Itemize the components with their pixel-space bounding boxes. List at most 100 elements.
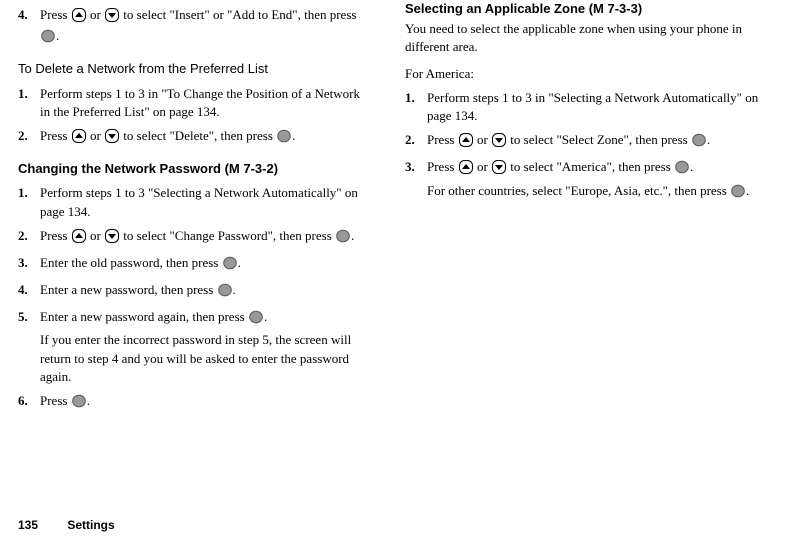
text: Enter a new password, then press xyxy=(40,282,217,297)
subheading-applicable-zone: Selecting an Applicable Zone (M 7-3-3) xyxy=(405,0,760,18)
step-number: 3. xyxy=(18,254,40,275)
text: or xyxy=(474,159,491,174)
step-number: 2. xyxy=(18,127,40,148)
step-text: Press or to select "Insert" or "Add to E… xyxy=(40,6,373,48)
note-text: If you enter the incorrect password in s… xyxy=(40,331,373,386)
text: . xyxy=(746,183,749,198)
subheading-change-password: Changing the Network Password (M 7-3-2) xyxy=(18,160,373,178)
text: to select "Delete", then press xyxy=(120,128,276,143)
step-text: Enter a new password again, then press .… xyxy=(40,308,373,386)
text: to select "Insert" or "Add to End", then… xyxy=(120,7,356,22)
step-number: 4. xyxy=(18,281,40,302)
text: . xyxy=(292,128,295,143)
step-text: Press or to select "Change Password", th… xyxy=(40,227,373,248)
text: . xyxy=(707,132,710,147)
text: or xyxy=(87,228,104,243)
step-number: 5. xyxy=(18,308,40,386)
for-america-label: For America: xyxy=(405,65,760,83)
step-number: 3. xyxy=(405,158,427,202)
down-icon xyxy=(105,229,119,248)
text: For other countries, select "Europe, Asi… xyxy=(427,183,730,198)
ok-button-icon xyxy=(72,394,86,413)
step-number: 1. xyxy=(18,85,40,121)
step-insert-add: 4. Press or to select "Insert" or "Add t… xyxy=(18,6,373,48)
step-number: 2. xyxy=(405,131,427,152)
text: to select "Select Zone", then press xyxy=(507,132,691,147)
ok-button-icon xyxy=(277,129,291,148)
step-pwd-1: 1. Perform steps 1 to 3 "Selecting a Net… xyxy=(18,184,373,220)
text: . xyxy=(690,159,693,174)
ok-button-icon xyxy=(675,160,689,179)
step-delete-2: 2. Press or to select "Delete", then pre… xyxy=(18,127,373,148)
step-text: Enter a new password, then press . xyxy=(40,281,373,302)
text: or xyxy=(474,132,491,147)
down-icon xyxy=(492,133,506,152)
text: Press xyxy=(40,228,71,243)
ok-button-icon xyxy=(223,256,237,275)
step-pwd-6: 6. Press . xyxy=(18,392,373,413)
step-delete-1: 1. Perform steps 1 to 3 in "To Change th… xyxy=(18,85,373,121)
step-text: Perform steps 1 to 3 in "To Change the P… xyxy=(40,85,373,121)
step-zone-2: 2. Press or to select "Select Zone", the… xyxy=(405,131,760,152)
ok-button-icon xyxy=(692,133,706,152)
text: or xyxy=(87,7,104,22)
text: . xyxy=(351,228,354,243)
text: . xyxy=(56,28,59,43)
text: Press xyxy=(40,128,71,143)
text: . xyxy=(264,309,267,324)
heading-text: Selecting an Applicable Zone xyxy=(405,1,585,16)
menu-code: (M 7-3-2) xyxy=(221,161,278,176)
text: or xyxy=(87,128,104,143)
up-icon xyxy=(72,8,86,27)
step-number: 6. xyxy=(18,392,40,413)
text: Press xyxy=(427,159,458,174)
page-number: 135 xyxy=(18,517,64,534)
step-zone-1: 1. Perform steps 1 to 3 in "Selecting a … xyxy=(405,89,760,125)
step-pwd-4: 4. Enter a new password, then press . xyxy=(18,281,373,302)
step-text: Enter the old password, then press . xyxy=(40,254,373,275)
step-text: Press or to select "America", then press… xyxy=(427,158,760,202)
left-column: 4. Press or to select "Insert" or "Add t… xyxy=(18,0,373,413)
text: Enter a new password again, then press xyxy=(40,309,248,324)
text: Press xyxy=(427,132,458,147)
page-footer: 135 Settings xyxy=(18,517,115,534)
note-text: For other countries, select "Europe, Asi… xyxy=(427,182,760,203)
step-pwd-5: 5. Enter a new password again, then pres… xyxy=(18,308,373,386)
text: to select "Change Password", then press xyxy=(120,228,335,243)
text: Enter the old password, then press xyxy=(40,255,222,270)
step-pwd-2: 2. Press or to select "Change Password",… xyxy=(18,227,373,248)
subheading-delete-network: To Delete a Network from the Preferred L… xyxy=(18,60,373,78)
chapter-title: Settings xyxy=(67,518,114,532)
step-zone-3: 3. Press or to select "America", then pr… xyxy=(405,158,760,202)
step-text: Press or to select "Delete", then press … xyxy=(40,127,373,148)
down-icon xyxy=(492,160,506,179)
step-pwd-3: 3. Enter the old password, then press . xyxy=(18,254,373,275)
ok-button-icon xyxy=(336,229,350,248)
step-text: Perform steps 1 to 3 in "Selecting a Net… xyxy=(427,89,760,125)
step-text: Press or to select "Select Zone", then p… xyxy=(427,131,760,152)
step-text: Press . xyxy=(40,392,373,413)
up-icon xyxy=(459,160,473,179)
step-number: 1. xyxy=(18,184,40,220)
up-icon xyxy=(459,133,473,152)
step-number: 2. xyxy=(18,227,40,248)
up-icon xyxy=(72,129,86,148)
step-text: Perform steps 1 to 3 "Selecting a Networ… xyxy=(40,184,373,220)
step-number: 4. xyxy=(18,6,40,48)
ok-button-icon xyxy=(218,283,232,302)
heading-text: Changing the Network Password xyxy=(18,161,221,176)
text: Press xyxy=(40,393,71,408)
down-icon xyxy=(105,8,119,27)
text: Press xyxy=(40,7,71,22)
text: . xyxy=(87,393,90,408)
ok-button-icon xyxy=(731,184,745,203)
intro-text: You need to select the applicable zone w… xyxy=(405,20,760,56)
down-icon xyxy=(105,129,119,148)
ok-button-icon xyxy=(41,29,55,48)
text: to select "America", then press xyxy=(507,159,674,174)
ok-button-icon xyxy=(249,310,263,329)
text: . xyxy=(238,255,241,270)
menu-code: (M 7-3-3) xyxy=(585,1,642,16)
right-column: Selecting an Applicable Zone (M 7-3-3) Y… xyxy=(405,0,760,413)
up-icon xyxy=(72,229,86,248)
